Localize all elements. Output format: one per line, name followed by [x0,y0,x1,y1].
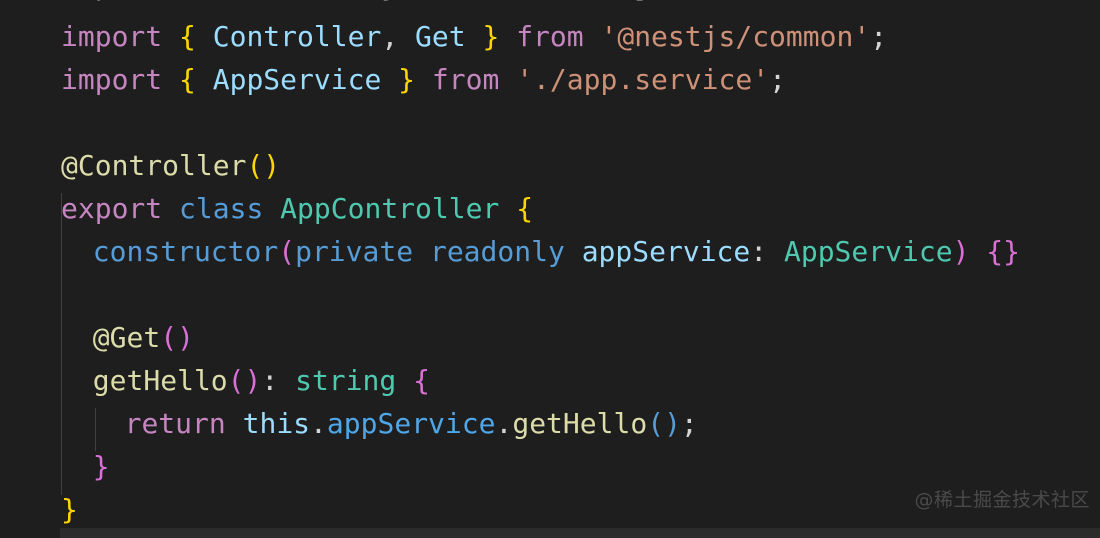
code-token-br_pink: { [986,235,1004,268]
code-token-string: './app.service' [516,63,770,96]
code-token-keyword: export [61,192,163,225]
code-token-punct: : [750,235,768,268]
code-token-class_keyword: readonly [429,235,565,268]
code-token-punct: , [381,20,399,53]
code-line[interactable]: import { Controller, Get } from '@nestjs… [61,15,887,58]
code-token-class_keyword: private [295,235,414,268]
code-token-prop: appService [326,407,496,440]
code-token-type: AppController [280,192,500,225]
code-token-punct [278,364,295,397]
code-token-br_pink: ) [244,364,262,397]
code-token-punct [499,192,516,225]
code-token-br_blue: ) [664,407,681,440]
code-token-punct [767,235,784,268]
code-token-keyword: import [61,20,163,53]
indent-guide [61,193,62,495]
code-token-ident: Controller [212,20,382,53]
code-token-punct [196,63,213,96]
code-token-punct [162,20,179,53]
code-token-punct [196,20,213,53]
code-token-punct: . [495,407,513,440]
code-token-punct [413,235,430,268]
code-token-br_yellow: { [516,192,534,225]
code-token-br_pink: ( [278,235,296,268]
code-token-ident: appService [581,235,751,268]
code-token-punct: ; [680,407,698,440]
code-token-punct [499,20,516,53]
code-token-decorator: @Controller [61,149,247,182]
code-token-punct [381,63,398,96]
code-token-punct [396,364,413,397]
code-token-keyword: import [61,63,163,96]
code-token-ident: AppService [212,63,382,96]
code-token-punct [466,20,483,53]
code-token-punct: ; [870,20,888,53]
code-token-br_pink: ) [177,321,194,354]
code-line[interactable]: return this.appService.getHello(); [125,402,698,445]
code-line[interactable]: } [61,488,78,531]
code-token-punct [969,235,986,268]
code-token-punct [263,192,280,225]
code-line[interactable]: @Controller() [61,144,280,187]
code-line[interactable]: @Get() [93,316,194,359]
code-token-punct [162,192,179,225]
code-token-br_yellow: } [398,63,416,96]
code-token-keyword: from [431,63,500,96]
code-token-ident: Get [415,20,466,53]
code-token-keyword: return [124,407,226,440]
code-token-punct [226,407,243,440]
code-token-punct: : [261,364,279,397]
editor-gutter [0,0,60,538]
code-editor[interactable]: import { NestFactory } from '@nestjs/cor… [0,0,1100,538]
code-token-br_yellow: ) [263,149,281,182]
code-token-class_keyword: constructor [92,235,279,268]
code-token-punct: ; [769,63,786,96]
code-token-br_pink: } [92,450,110,483]
horizontal-scrollbar[interactable] [60,528,1100,538]
code-token-type: AppService [783,235,953,268]
code-token-decorator: @Get [92,321,161,354]
code-token-br_pink: { [413,364,430,397]
code-token-punct [565,235,582,268]
code-token-br_yellow: { [179,20,196,53]
horizontal-scrollbar-thumb[interactable] [60,528,1100,538]
code-line[interactable]: getHello(): string { [93,359,430,402]
code-token-string: '@nestjs/common' [600,20,871,53]
code-surface[interactable]: import { Controller, Get } from '@nestjs… [0,0,1100,538]
code-token-br_pink: ( [227,364,245,397]
watermark: @稀土掘金技术社区 [914,489,1090,511]
code-token-punct [162,63,179,96]
code-token-ident: this [242,407,311,440]
code-line[interactable]: import { AppService } from './app.servic… [61,58,786,101]
code-token-br_pink: ( [160,321,178,354]
code-line[interactable]: } [93,445,110,488]
indent-guide [95,408,96,451]
code-token-punct: . [310,407,327,440]
code-token-br_yellow: } [61,493,78,526]
code-token-br_pink: } [1003,235,1020,268]
code-token-class_keyword: class [179,192,264,225]
code-token-keyword: from [516,20,584,53]
code-line[interactable]: constructor(private readonly appService:… [93,230,1020,273]
code-token-func: getHello [512,407,648,440]
code-token-punct [499,63,516,96]
code-token-br_yellow: ( [246,149,264,182]
code-token-br_pink: ) [952,235,970,268]
code-token-br_blue: ( [647,407,665,440]
code-token-type: string [295,364,397,397]
code-token-func: getHello [92,364,228,397]
code-token-punct [415,63,432,96]
code-token-br_yellow: } [482,20,500,53]
code-token-br_yellow: { [179,63,196,96]
code-token-punct [584,20,601,53]
code-line[interactable]: export class AppController { [61,187,533,230]
code-token-punct [398,20,415,53]
